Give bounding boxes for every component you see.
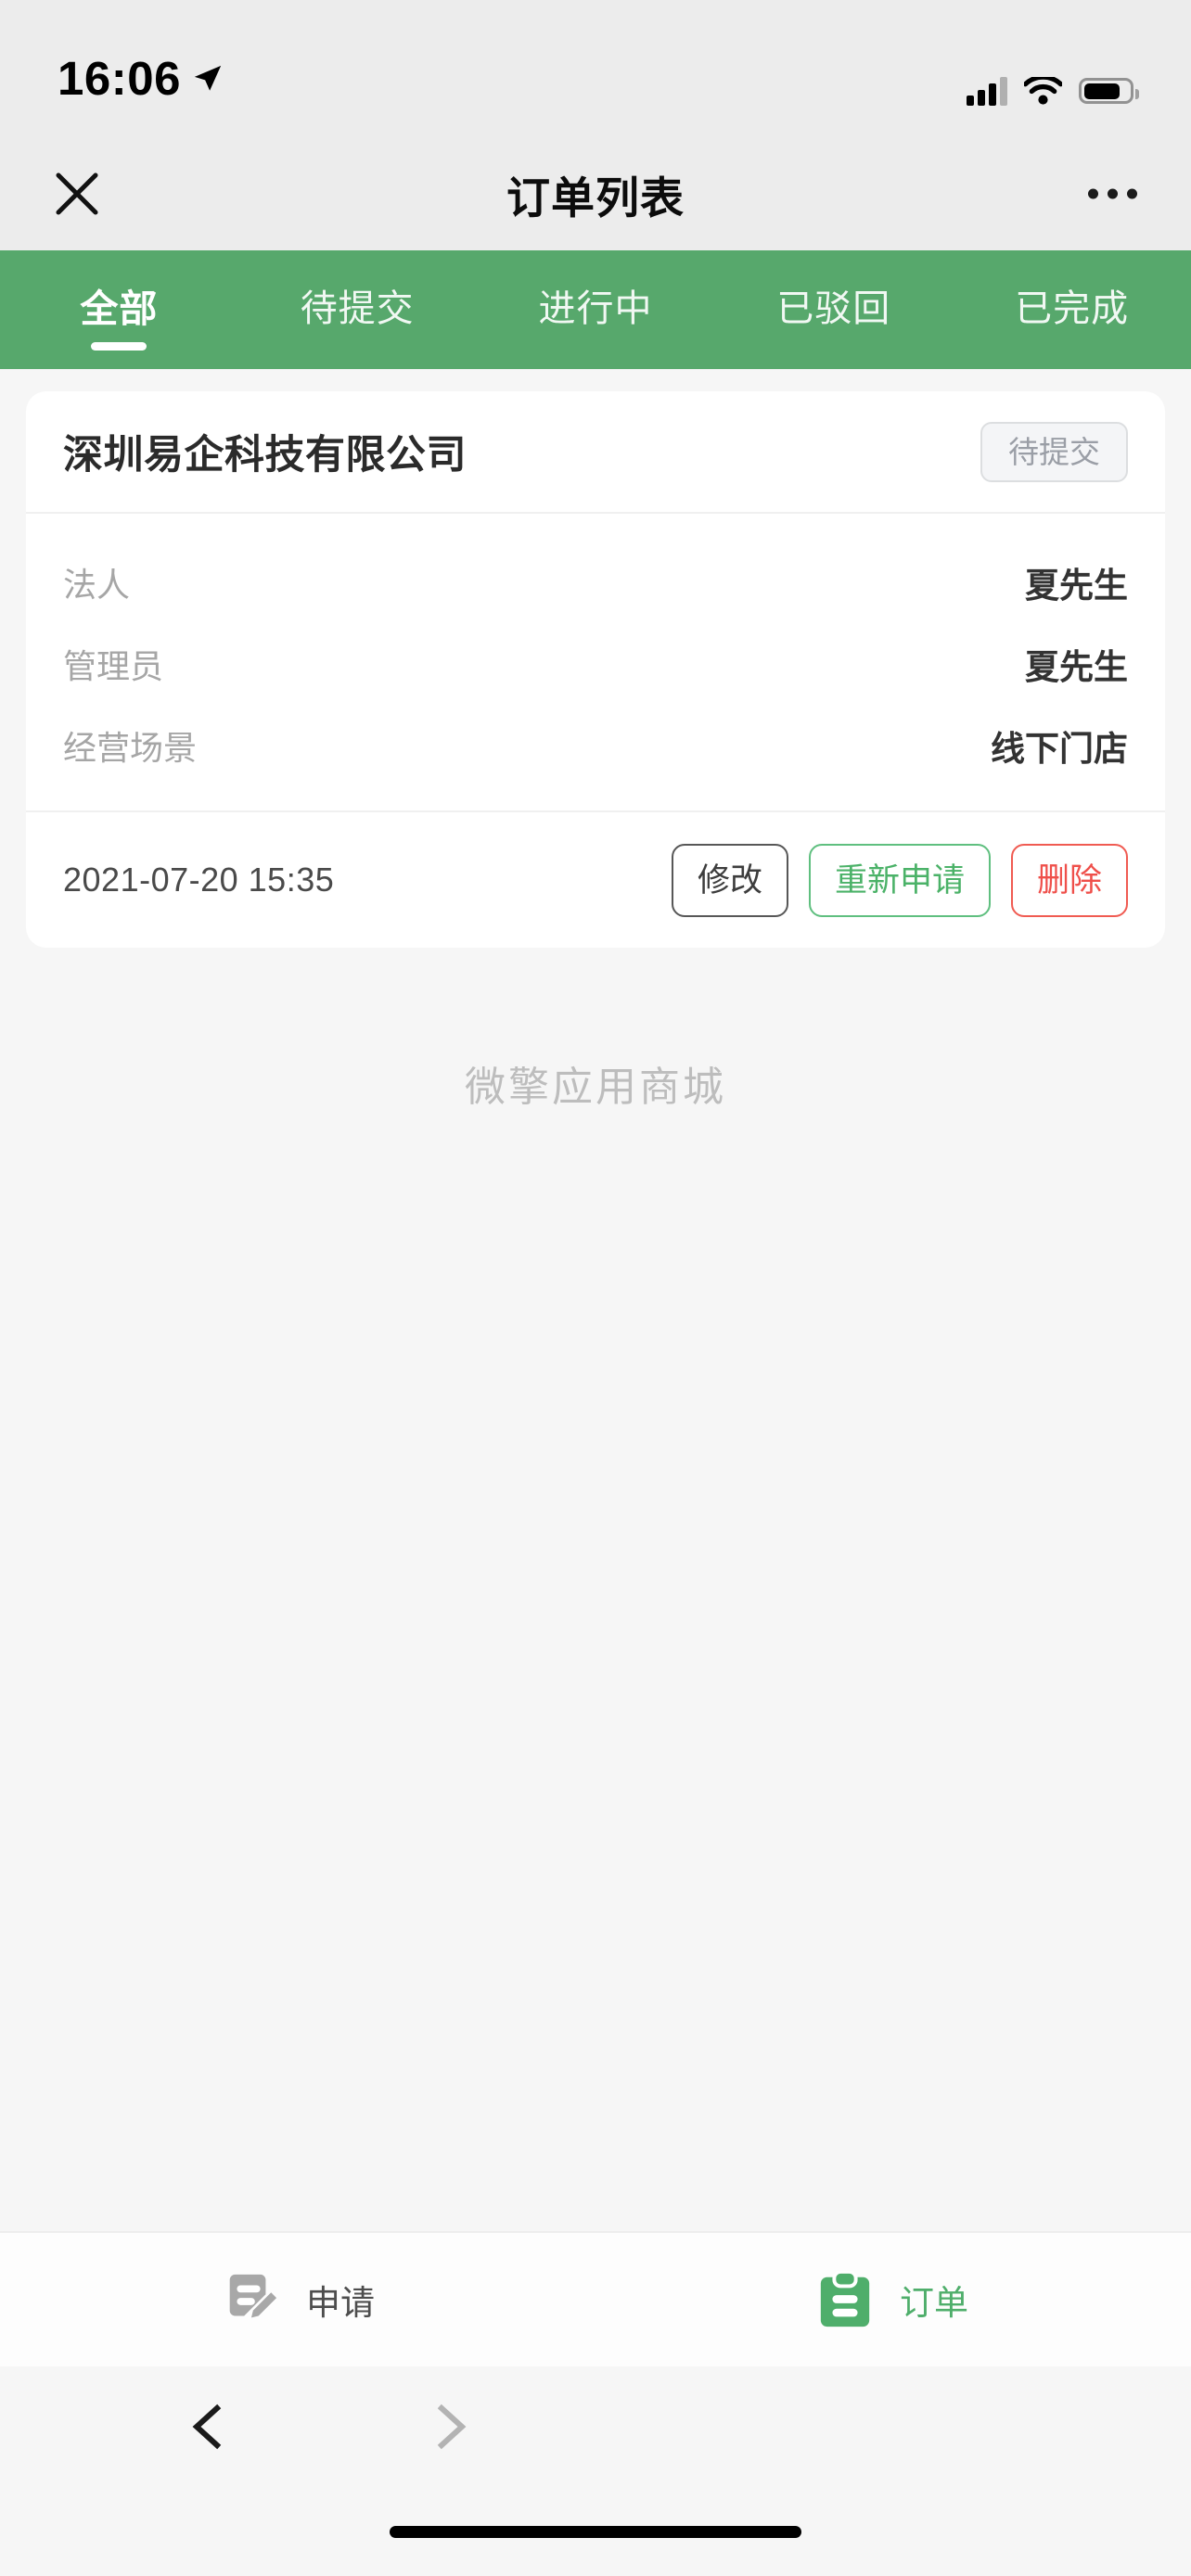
tab-in-progress[interactable]: 进行中: [477, 250, 715, 369]
back-button[interactable]: [167, 2385, 250, 2468]
wifi-icon: [1024, 77, 1062, 106]
status-bar-right: [967, 76, 1133, 106]
tab-completed[interactable]: 已完成: [953, 250, 1191, 369]
tabbar-label: 申请: [306, 2275, 375, 2325]
phone-screen: 16:06 订单列表: [0, 0, 1191, 2576]
order-info-list: 法人 夏先生 管理员 夏先生 经营场景 线下门店: [26, 514, 1165, 810]
tab-label: 全部: [80, 277, 158, 333]
forward-button[interactable]: [408, 2385, 492, 2468]
cellular-signal-icon: [967, 76, 1007, 106]
info-label: 法人: [63, 558, 130, 606]
info-row-business-scene: 经营场景 线下门店: [63, 705, 1128, 786]
status-badge[interactable]: 待提交: [980, 422, 1128, 482]
reapply-button[interactable]: 重新申请: [809, 844, 991, 917]
delete-button[interactable]: 删除: [1011, 844, 1128, 917]
document-edit-icon: [221, 2271, 278, 2328]
watermark-text: 微擎应用商城: [0, 1053, 1191, 1113]
close-icon[interactable]: [48, 165, 106, 223]
bottom-tab-bar: 申请 订单: [0, 2231, 1191, 2366]
info-value: 线下门店: [991, 721, 1128, 771]
clipboard-icon: [818, 2271, 872, 2328]
tab-label: 已驳回: [776, 278, 890, 332]
order-timestamp: 2021-07-20 15:35: [63, 861, 334, 899]
order-action-buttons: 修改 重新申请 删除: [672, 844, 1128, 917]
status-filter-tabs: 全部 待提交 进行中 已驳回 已完成: [0, 250, 1191, 369]
tab-pending-submit[interactable]: 待提交: [238, 250, 477, 369]
info-label: 经营场景: [63, 721, 197, 770]
chevron-right-icon: [425, 2402, 475, 2452]
status-bar: 16:06: [0, 0, 1191, 137]
home-indicator[interactable]: [390, 2526, 801, 2538]
location-arrow-icon: [192, 63, 224, 95]
order-card-header: 深圳易企科技有限公司 待提交: [26, 391, 1165, 512]
status-bar-clock: 16:06: [58, 51, 181, 106]
browser-navigation-bar: [0, 2366, 1191, 2487]
order-list-scroll-area[interactable]: 深圳易企科技有限公司 待提交 法人 夏先生 管理员 夏先生 经营场景 线下门店: [0, 369, 1191, 2231]
tab-active-indicator: [91, 342, 147, 351]
info-row-admin: 管理员 夏先生: [63, 623, 1128, 705]
status-bar-left: 16:06: [58, 51, 224, 106]
home-indicator-area: [0, 2487, 1191, 2576]
chevron-left-icon: [184, 2402, 234, 2452]
tab-label: 已完成: [1015, 278, 1129, 332]
page-title: 订单列表: [0, 162, 1191, 226]
info-row-legal-person: 法人 夏先生: [63, 542, 1128, 623]
more-options-icon[interactable]: [1088, 189, 1137, 199]
order-card[interactable]: 深圳易企科技有限公司 待提交 法人 夏先生 管理员 夏先生 经营场景 线下门店: [26, 391, 1165, 948]
battery-icon: [1079, 78, 1133, 104]
tab-all[interactable]: 全部: [0, 250, 238, 369]
info-value: 夏先生: [1025, 557, 1128, 607]
tab-label: 进行中: [538, 278, 652, 332]
tab-rejected[interactable]: 已驳回: [714, 250, 953, 369]
company-name: 深圳易企科技有限公司: [63, 423, 467, 480]
info-value: 夏先生: [1025, 639, 1128, 689]
tabbar-label: 订单: [900, 2275, 968, 2325]
tabbar-item-apply[interactable]: 申请: [0, 2233, 596, 2366]
navigation-bar: 订单列表: [0, 137, 1191, 250]
edit-button[interactable]: 修改: [672, 844, 788, 917]
tabbar-item-orders[interactable]: 订单: [596, 2233, 1191, 2366]
order-card-footer: 2021-07-20 15:35 修改 重新申请 删除: [26, 812, 1165, 948]
info-label: 管理员: [63, 640, 163, 688]
tab-label: 待提交: [301, 278, 415, 332]
